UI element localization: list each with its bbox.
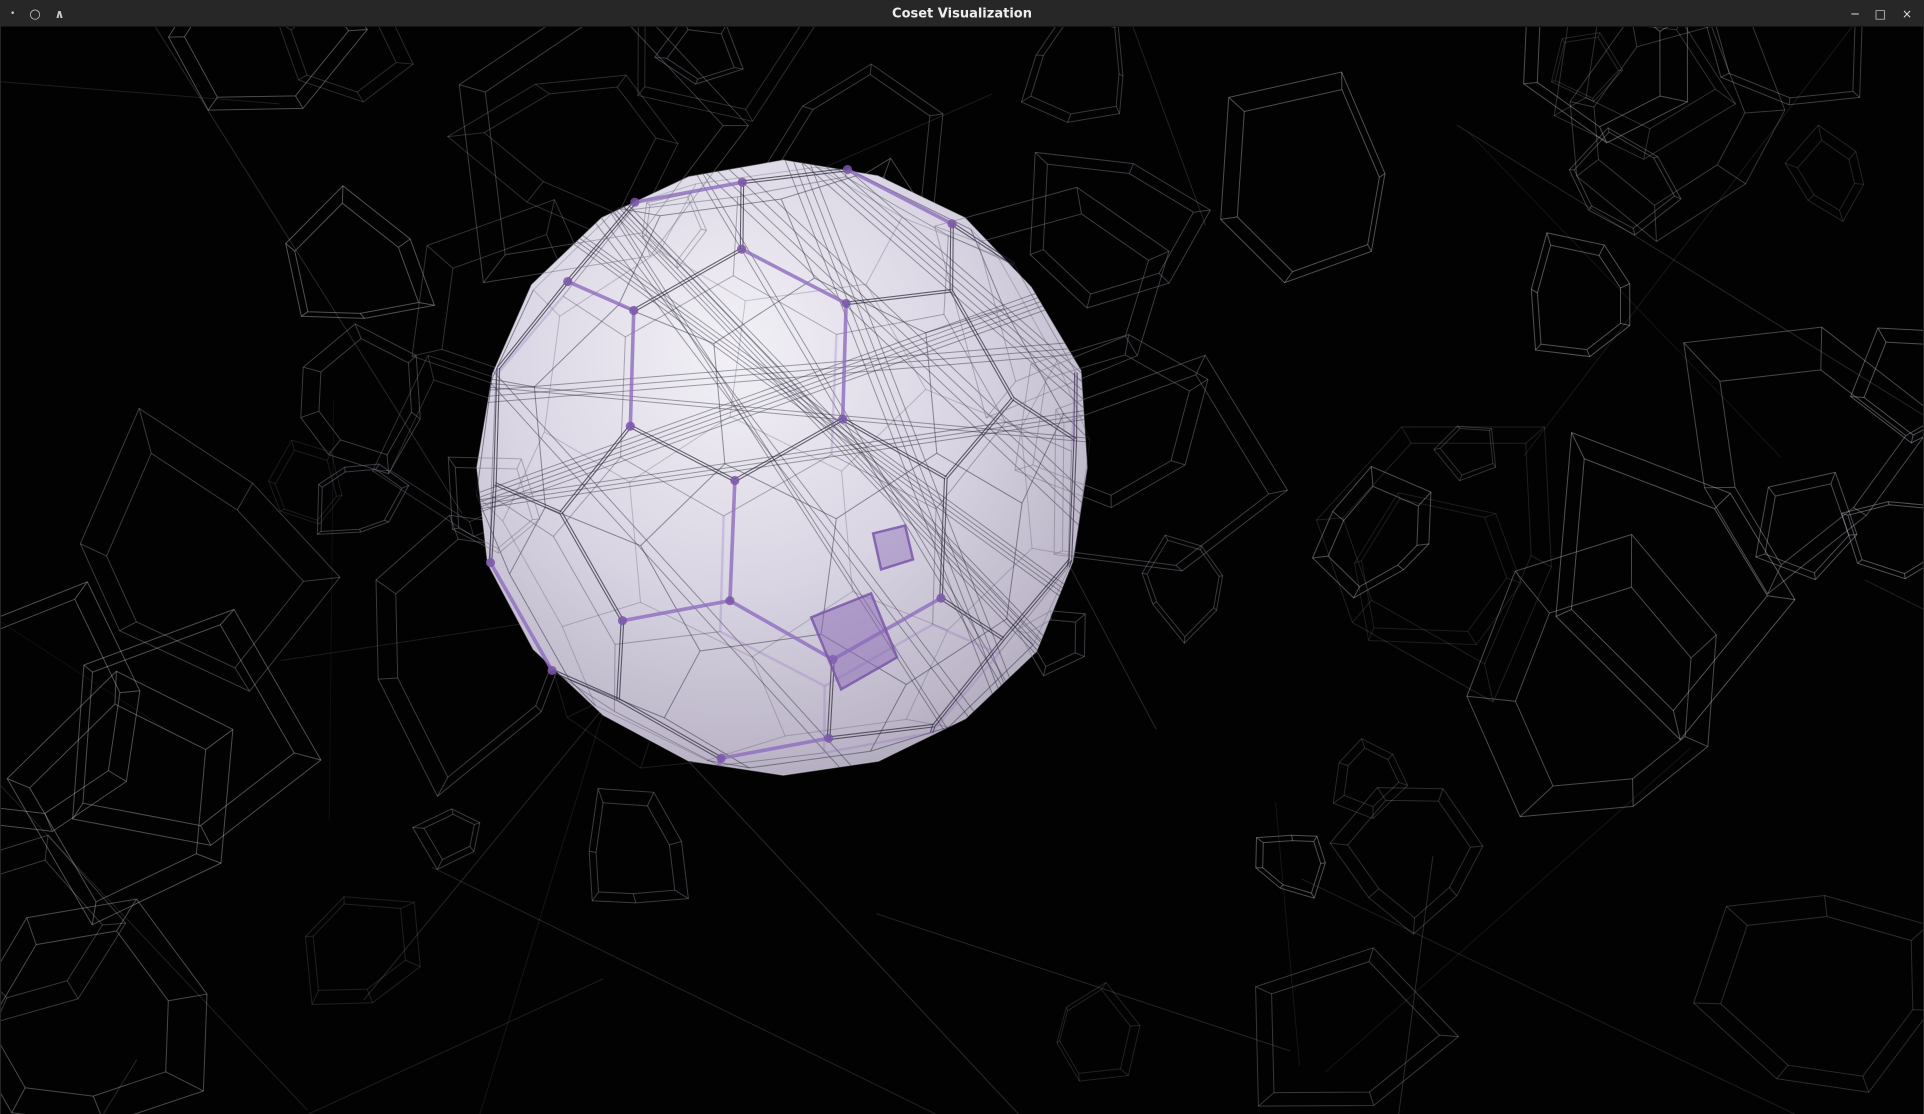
viewport[interactable] [1, 27, 1923, 1114]
minimize-button[interactable]: ─ [1851, 8, 1858, 20]
window-controls: ─ □ × [1851, 1, 1912, 27]
bullet-icon[interactable]: • [10, 10, 15, 19]
coset-3d-canvas[interactable] [1, 27, 1923, 1114]
titlebar[interactable]: • ○ ∧ Coset Visualization ─ □ × [1, 1, 1923, 27]
chevron-up-icon[interactable]: ∧ [55, 8, 65, 20]
app-window: • ○ ∧ Coset Visualization ─ □ × [0, 0, 1924, 1114]
close-button[interactable]: × [1902, 8, 1912, 20]
window-title: Coset Visualization [892, 6, 1032, 21]
circle-icon[interactable]: ○ [29, 8, 40, 21]
maximize-button[interactable]: □ [1875, 8, 1886, 20]
titlebar-left-icons: • ○ ∧ [10, 1, 64, 27]
